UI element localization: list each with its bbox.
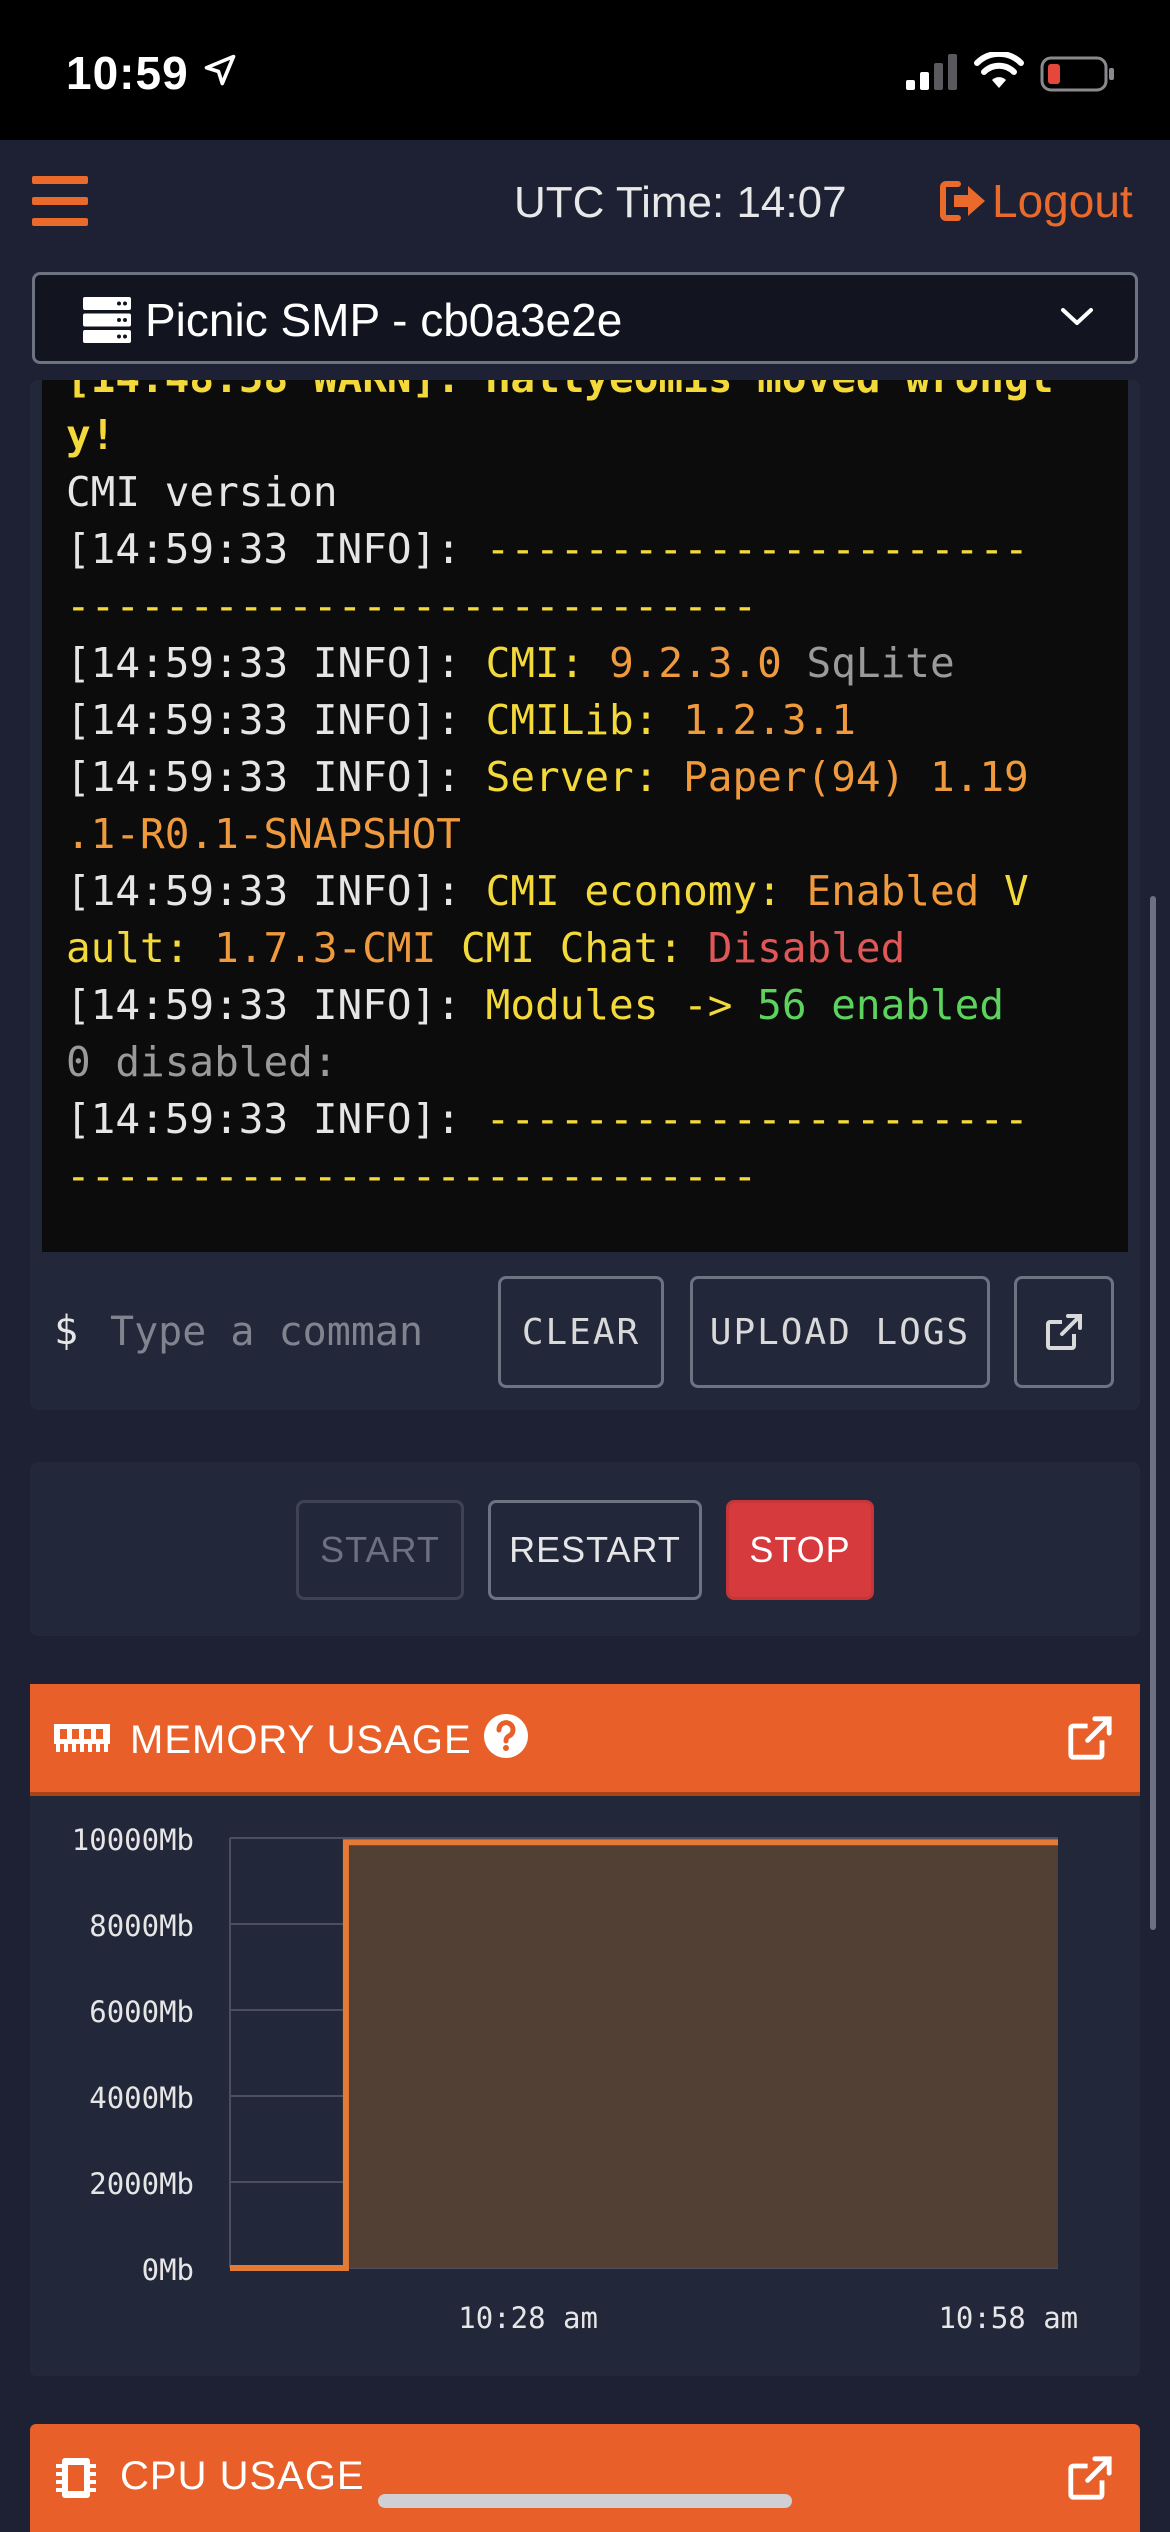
console-text: .1-R0.1-SNAPSHOT bbox=[66, 810, 461, 858]
logout-button[interactable]: Logout bbox=[940, 174, 1133, 228]
cpu-chip-icon bbox=[56, 2458, 96, 2498]
console-text: ---------------------- bbox=[485, 525, 1029, 573]
console-text: Paper(94) 1.19 bbox=[683, 753, 1029, 801]
upload-logs-button[interactable]: UPLOAD LOGS bbox=[690, 1276, 990, 1388]
memory-usage-title: MEMORY USAGE bbox=[130, 1718, 472, 1762]
y-tick-label: 0Mb bbox=[142, 2253, 194, 2287]
utc-time: UTC Time: 14:07 bbox=[514, 178, 847, 227]
console-prompt: $ bbox=[54, 1308, 79, 1354]
server-rack-icon bbox=[83, 297, 131, 343]
wifi-icon bbox=[974, 52, 1024, 88]
console-text: Modules -> bbox=[485, 981, 758, 1029]
console-line: [14:48:58 WARN]: Hallyeomis moved wrongl bbox=[66, 380, 1106, 407]
console-text: [14:59:33 INFO]: bbox=[66, 867, 486, 915]
console-line: .1-R0.1-SNAPSHOT bbox=[66, 806, 1106, 863]
server-name: Picnic SMP - cb0a3e2e bbox=[145, 294, 623, 346]
console-text: CMI version bbox=[66, 468, 338, 516]
console-text: [14:59:33 INFO]: bbox=[66, 753, 486, 801]
status-bar: 10:59 bbox=[0, 0, 1170, 140]
ram-stick-icon bbox=[54, 1724, 110, 1752]
console-text: [14:48:58 WARN]: Hallyeomis moved wrongl bbox=[66, 380, 1053, 402]
external-link-icon[interactable] bbox=[1066, 2454, 1114, 2502]
cpu-usage-title: CPU USAGE bbox=[120, 2454, 365, 2498]
y-tick-label: 4000Mb bbox=[89, 2081, 194, 2115]
page-scrollbar[interactable] bbox=[1150, 896, 1156, 1930]
app-header: UTC Time: 14:07 Logout bbox=[0, 140, 1170, 262]
logout-icon bbox=[940, 181, 985, 221]
console-line: y! bbox=[66, 407, 1106, 464]
console-text: 56 enabled bbox=[757, 981, 1005, 1029]
console-text: CMILib: bbox=[485, 696, 684, 744]
cellular-signal-icon bbox=[906, 54, 957, 90]
console-text: V bbox=[1004, 867, 1029, 915]
external-link-icon bbox=[1046, 1314, 1082, 1350]
console-line: CMI version bbox=[66, 464, 1106, 521]
console-text: [14:59:33 INFO]: bbox=[66, 981, 486, 1029]
console-text: 0 disabled: bbox=[66, 1038, 338, 1086]
y-tick-label: 10000Mb bbox=[72, 1823, 194, 1857]
console-text: ---------------------------- bbox=[66, 1152, 758, 1200]
memory-usage-chart: 10000Mb 8000Mb 6000Mb 4000Mb 2000Mb 0Mb 10:28 … bbox=[72, 1823, 1078, 2335]
location-arrow-icon bbox=[204, 54, 236, 86]
console-text: SqLite bbox=[806, 639, 955, 687]
x-tick-label: 10:28 am bbox=[458, 2301, 598, 2335]
stop-button[interactable]: STOP bbox=[726, 1500, 874, 1600]
console-line: [14:59:33 INFO]: CMILib: 1.2.3.1 bbox=[66, 692, 1106, 749]
restart-button[interactable]: RESTART bbox=[488, 1500, 702, 1600]
console-line: [14:59:33 INFO]: CMI: 9.2.3.0 SqLite bbox=[66, 635, 1106, 692]
memory-usage-header: MEMORY USAGE bbox=[30, 1684, 1140, 1796]
console-text: CMI Chat: bbox=[460, 924, 708, 972]
console-line: [14:59:33 INFO]: CMI economy: Enabled V bbox=[66, 863, 1106, 920]
y-tick-label: 6000Mb bbox=[89, 1995, 194, 2029]
cpu-usage-card: CPU USAGE bbox=[30, 2424, 1140, 2532]
console-output[interactable]: [14:48:58 WARN]: Hallyeomis moved wrongl… bbox=[42, 380, 1128, 1252]
y-tick-label: 8000Mb bbox=[89, 1909, 194, 1943]
hamburger-menu-icon[interactable] bbox=[32, 176, 88, 226]
status-time: 10:59 bbox=[66, 47, 189, 99]
console-line: ault: 1.7.3-CMI CMI Chat: Disabled bbox=[66, 920, 1106, 977]
server-select[interactable]: Picnic SMP - cb0a3e2e bbox=[32, 272, 1138, 364]
console-text: Disabled bbox=[707, 924, 906, 972]
console-line: [14:59:33 INFO]: Server: Paper(94) 1.19 bbox=[66, 749, 1106, 806]
console-lines: [14:48:58 WARN]: Hallyeomis moved wrongl… bbox=[66, 380, 1106, 1205]
console-popout-button[interactable] bbox=[1014, 1276, 1114, 1388]
console-line: [14:59:33 INFO]: Modules -> 56 enabled bbox=[66, 977, 1106, 1034]
console-text: [14:59:33 INFO]: bbox=[66, 1095, 486, 1143]
question-circle-icon[interactable] bbox=[482, 1712, 530, 1760]
console-text: y! bbox=[66, 411, 116, 459]
console-text: [14:59:33 INFO]: bbox=[66, 696, 486, 744]
command-input[interactable] bbox=[110, 1282, 480, 1382]
console-line: ---------------------------- bbox=[66, 1148, 1106, 1205]
logout-label: Logout bbox=[992, 175, 1133, 227]
console-text: CMI: bbox=[485, 639, 610, 687]
console-text: ---------------------- bbox=[485, 1095, 1029, 1143]
console-line: 0 disabled: bbox=[66, 1034, 1106, 1091]
console-text: ault: bbox=[66, 924, 215, 972]
start-button[interactable]: START bbox=[296, 1500, 464, 1600]
console-line: ---------------------------- bbox=[66, 578, 1106, 635]
home-indicator[interactable] bbox=[378, 2494, 792, 2508]
clear-button[interactable]: CLEAR bbox=[498, 1276, 664, 1388]
external-link-icon[interactable] bbox=[1066, 1714, 1114, 1762]
memory-area bbox=[230, 1842, 1058, 2268]
console-text: 9.2.3.0 bbox=[609, 639, 807, 687]
console-text: 1.7.3-CMI bbox=[214, 924, 461, 972]
y-tick-label: 2000Mb bbox=[89, 2167, 194, 2201]
battery-low-icon bbox=[1040, 56, 1114, 92]
console-text: CMI economy: bbox=[485, 867, 807, 915]
console-text: Enabled bbox=[806, 867, 1005, 915]
x-tick-label: 10:58 am bbox=[938, 2301, 1078, 2335]
console-text: [14:59:33 INFO]: bbox=[66, 639, 486, 687]
console-text: ---------------------------- bbox=[66, 582, 758, 630]
console-text: Server: bbox=[485, 753, 684, 801]
chevron-down-icon bbox=[1061, 308, 1093, 325]
console-line: [14:59:33 INFO]: ---------------------- bbox=[66, 1091, 1106, 1148]
console-line: [14:59:33 INFO]: ---------------------- bbox=[66, 521, 1106, 578]
console-text: [14:59:33 INFO]: bbox=[66, 525, 486, 573]
console-text: 1.2.3.1 bbox=[683, 696, 856, 744]
